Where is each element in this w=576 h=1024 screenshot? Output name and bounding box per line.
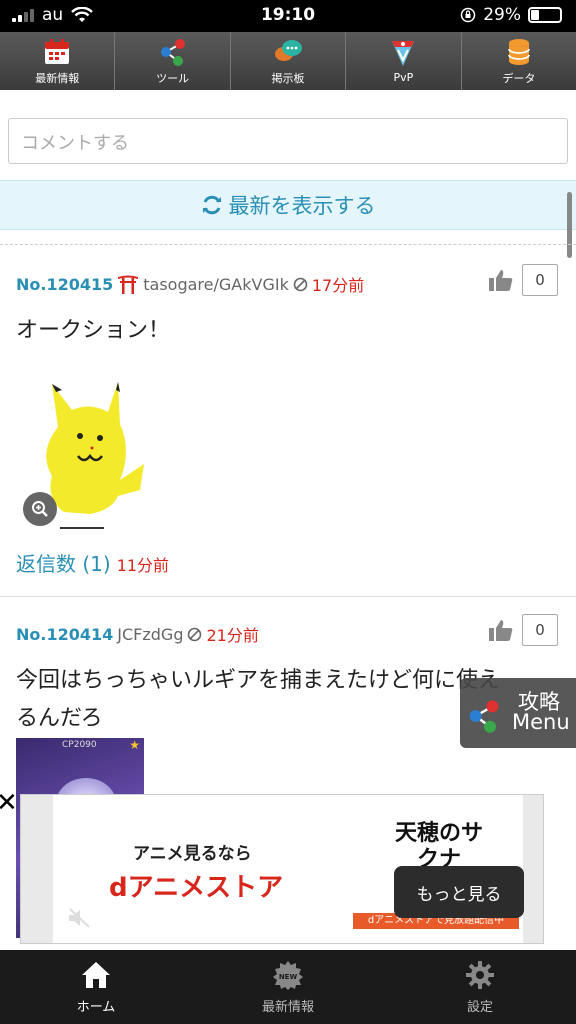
- guide-menu-line2: Menu: [512, 710, 570, 734]
- like-button[interactable]: 0: [488, 614, 558, 646]
- top-nav-data[interactable]: データ: [462, 32, 576, 90]
- status-bar: au 19:10 29%: [0, 0, 576, 32]
- calendar-icon: [42, 37, 72, 67]
- divider: [0, 244, 576, 245]
- post-header: No.120414 JCFzdGg 21分前: [16, 622, 259, 646]
- ad-close-button[interactable]: ✕: [0, 788, 18, 818]
- ad-headline: アニメ見るなら: [133, 844, 252, 864]
- new-badge-icon: NEW: [273, 960, 303, 990]
- refresh-icon: [202, 195, 221, 215]
- home-icon: [82, 961, 110, 988]
- scrollbar[interactable]: [567, 192, 572, 258]
- like-count: 0: [522, 264, 558, 296]
- divider: [0, 596, 576, 597]
- post-time: 17分前: [311, 276, 365, 295]
- top-nav-label: 掲示板: [271, 71, 305, 85]
- top-nav-pvp[interactable]: PvP: [346, 32, 462, 90]
- star-icon: ★: [129, 738, 140, 752]
- post-user: tasogare/GAkVGIk: [143, 274, 289, 294]
- gear-icon: [466, 960, 494, 989]
- post-header: No.120415 tasogare/GAkVGIk 17分前: [16, 272, 364, 296]
- ad-brand: dアニメストア: [109, 873, 284, 903]
- top-nav-tools[interactable]: ツール: [115, 32, 231, 90]
- ban-icon[interactable]: [293, 277, 308, 292]
- thumbs-up-icon: [489, 270, 513, 291]
- ad-progress: [53, 939, 89, 943]
- refresh-label: 最新を表示する: [228, 194, 376, 218]
- pvp-badge-icon: [388, 38, 418, 68]
- battery-percent: 29%: [483, 5, 521, 25]
- top-nav: 最新情報 ツール 掲示板 PvP データ: [0, 32, 576, 90]
- comment-input[interactable]: コメントする: [8, 118, 568, 164]
- share-icon: [469, 700, 499, 733]
- database-icon: [504, 37, 534, 67]
- torii-icon: [118, 275, 139, 294]
- zoom-icon[interactable]: [23, 492, 57, 526]
- bottom-nav-label: 設定: [466, 999, 493, 1015]
- top-nav-news[interactable]: 最新情報: [0, 32, 116, 90]
- bottom-nav-news[interactable]: NEW 最新情報: [192, 950, 384, 1024]
- post-body: オークション！: [16, 318, 171, 343]
- chat-bubbles-icon: [273, 37, 303, 67]
- post-number[interactable]: No.120414: [16, 625, 113, 644]
- like-button[interactable]: 0: [488, 264, 558, 296]
- ad-more-button[interactable]: もっと見る: [394, 866, 524, 918]
- refresh-button[interactable]: 最新を表示する: [0, 180, 576, 230]
- mute-icon[interactable]: [67, 907, 93, 929]
- post-time: 21分前: [206, 626, 259, 645]
- post-user: JCFzdGg: [117, 624, 184, 644]
- post-number[interactable]: No.120415: [16, 275, 113, 294]
- bottom-nav: ホーム NEW 最新情報 設定: [0, 950, 576, 1024]
- bottom-nav-home[interactable]: ホーム: [0, 950, 192, 1024]
- like-count: 0: [522, 614, 558, 646]
- replies-count[interactable]: 返信数 (1): [16, 548, 111, 577]
- top-nav-label: 最新情報: [35, 71, 80, 85]
- bottom-nav-label: 最新情報: [261, 999, 314, 1015]
- post-image-cp: CP2090: [62, 740, 97, 750]
- ban-icon[interactable]: [187, 627, 202, 642]
- guide-menu-button[interactable]: 攻略 Menu: [460, 678, 576, 748]
- replies-time: 11分前: [116, 556, 170, 575]
- top-nav-label: データ: [502, 71, 536, 85]
- share-icon: [158, 37, 188, 67]
- top-nav-label: PvP: [393, 71, 414, 84]
- status-right: 29%: [460, 5, 562, 25]
- orientation-lock-icon: [460, 7, 476, 23]
- battery-icon: [528, 7, 562, 23]
- thumbs-up-icon: [489, 620, 513, 641]
- post-image[interactable]: [20, 372, 150, 532]
- top-nav-label: ツール: [156, 71, 190, 85]
- bottom-nav-settings[interactable]: 設定: [384, 950, 576, 1024]
- top-nav-board[interactable]: 掲示板: [231, 32, 347, 90]
- replies-link[interactable]: 返信数 (1) 11分前: [16, 548, 169, 577]
- svg-text:NEW: NEW: [279, 973, 298, 981]
- bottom-nav-label: ホーム: [76, 999, 116, 1015]
